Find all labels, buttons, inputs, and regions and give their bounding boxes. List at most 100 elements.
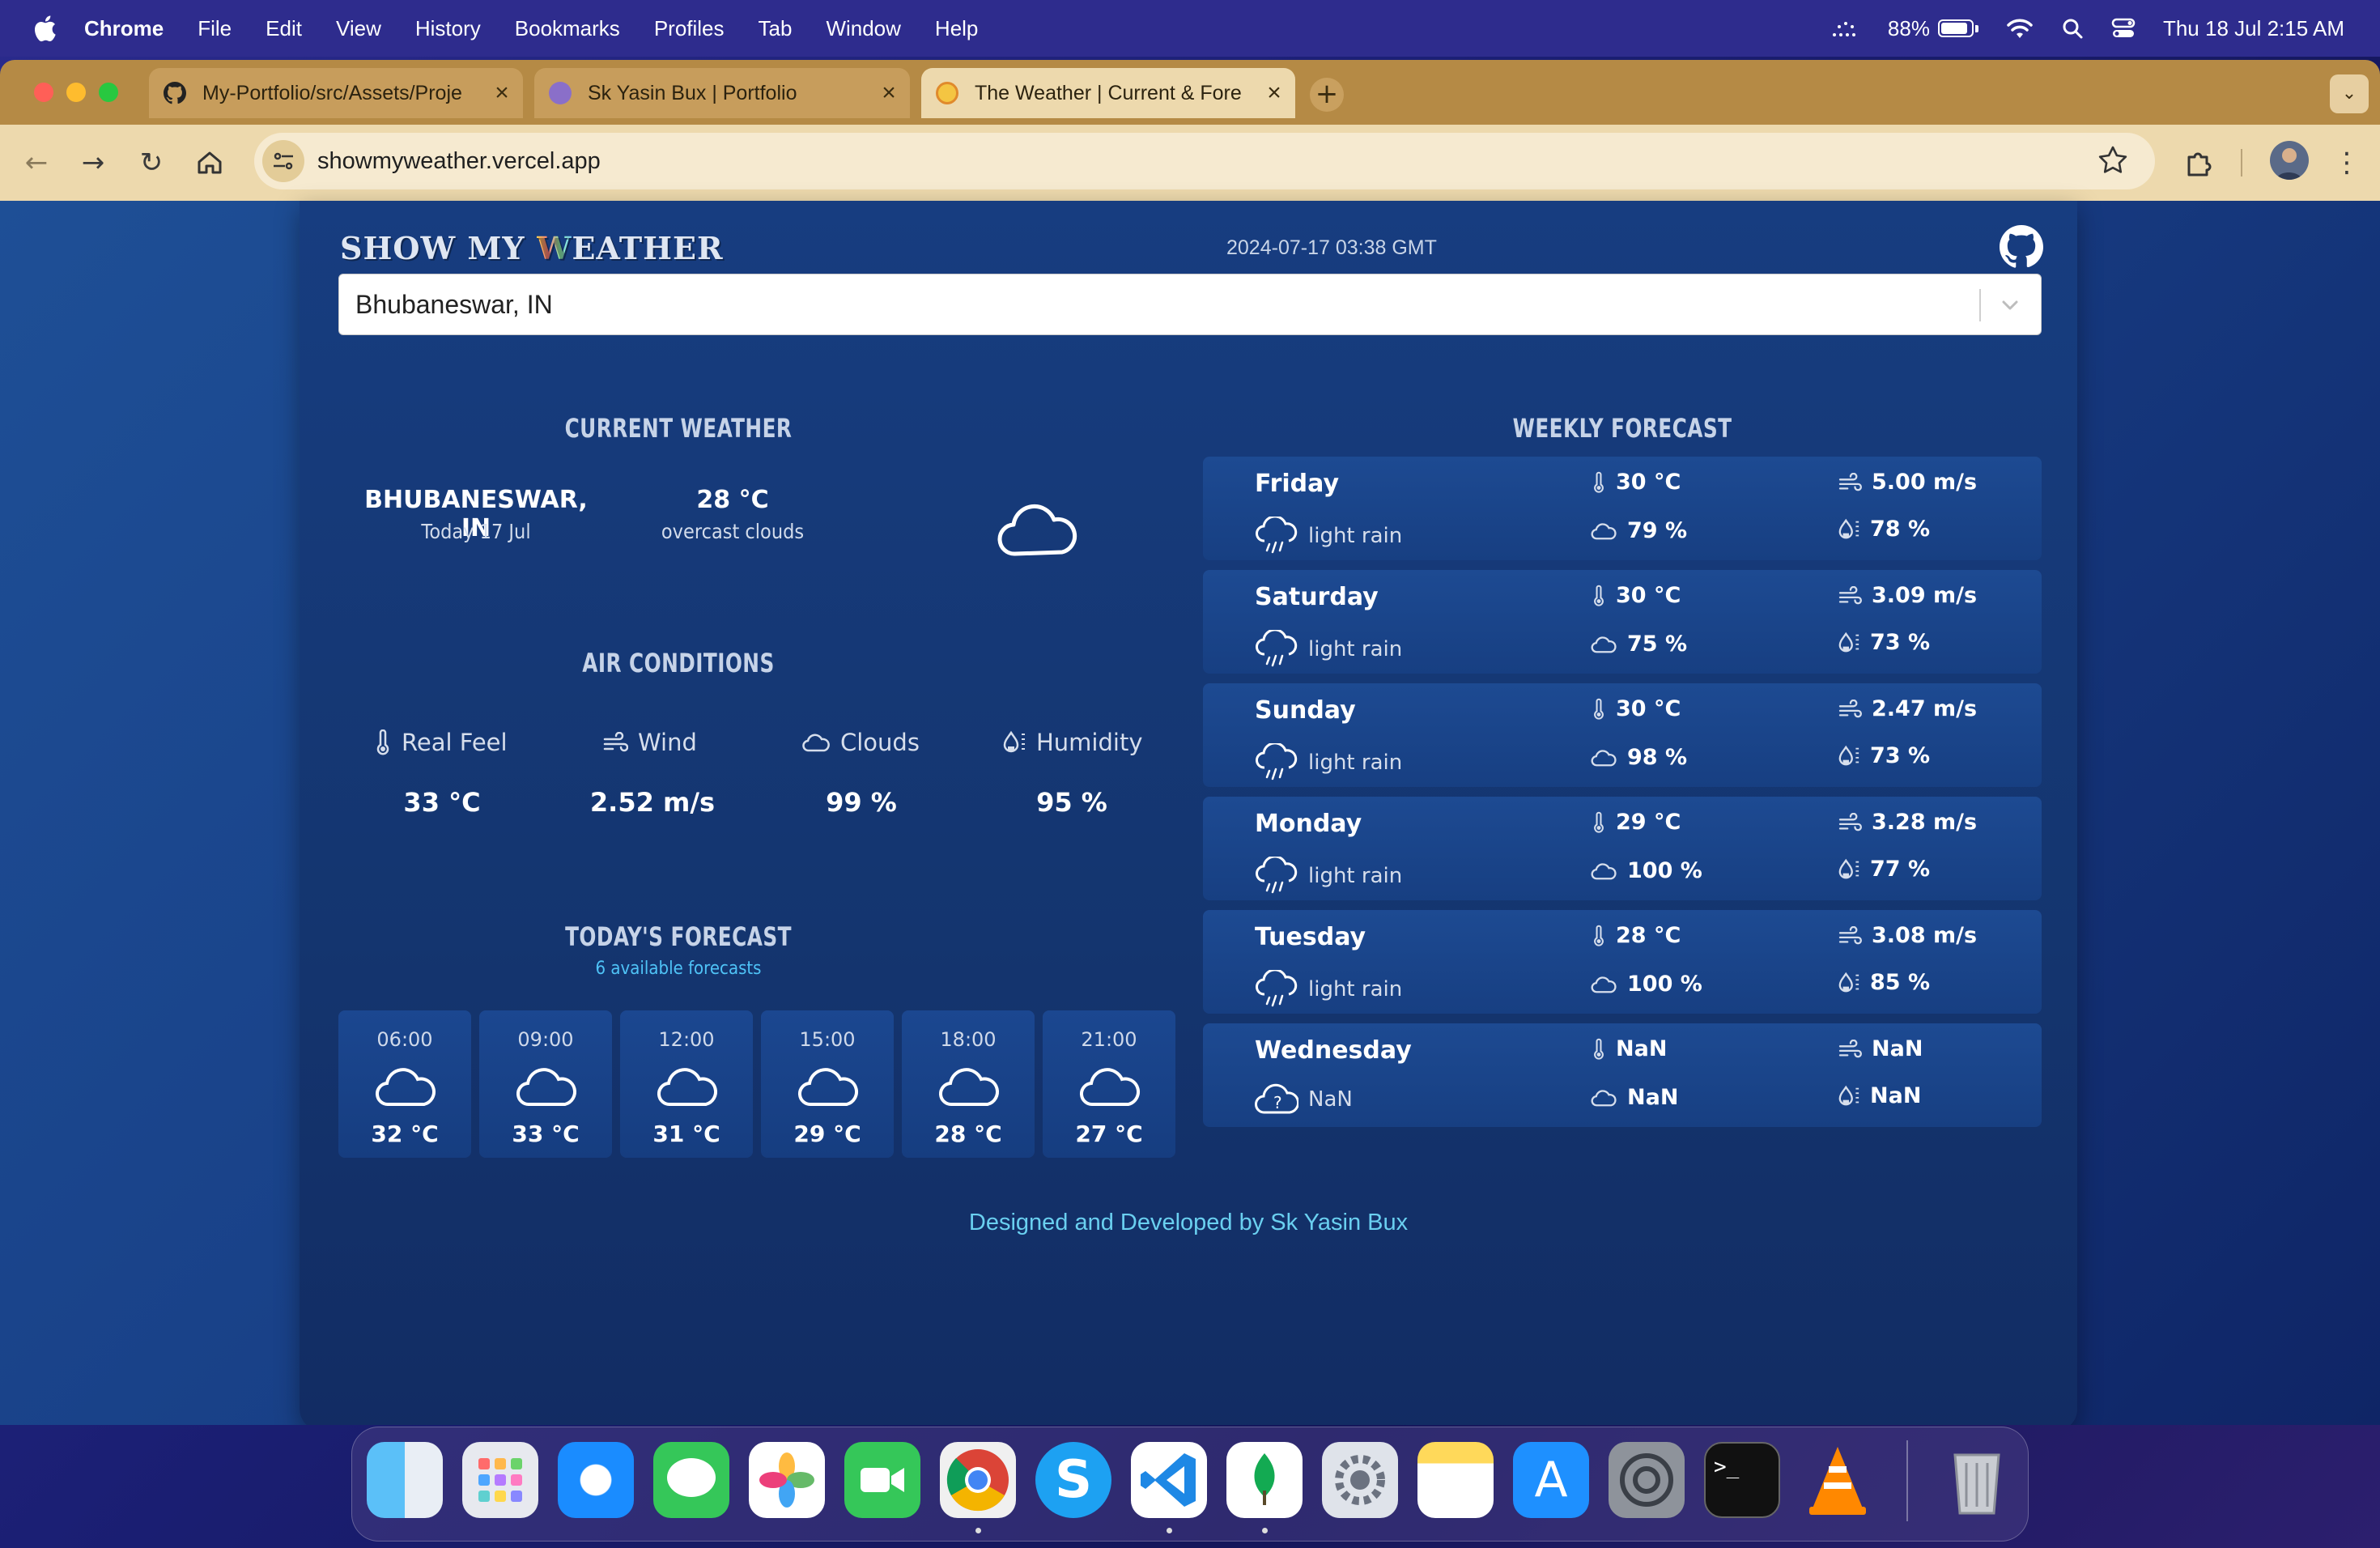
hourly-forecast-card: 18:00 28 °C (902, 1010, 1035, 1158)
day-wind: NaN (1838, 1036, 1923, 1061)
mongodb-compass-icon[interactable] (1226, 1442, 1303, 1518)
todays-forecast-heading: TODAY'S FORECAST (565, 921, 792, 952)
day-temp: 28 °C (1592, 923, 1681, 948)
chrome-icon[interactable] (940, 1442, 1016, 1518)
cloud-icon (516, 1068, 576, 1107)
current-description: overcast clouds (661, 520, 805, 543)
menu-tab[interactable]: Tab (759, 16, 793, 41)
back-icon[interactable]: ← (19, 146, 53, 180)
wind-icon (1838, 472, 1862, 491)
tab-search-button[interactable]: ⌄ (2330, 74, 2369, 113)
finder-icon[interactable] (367, 1442, 443, 1518)
cloud-icon (1591, 749, 1617, 766)
safari-icon[interactable] (558, 1442, 634, 1518)
day-temp: 30 °C (1592, 583, 1681, 608)
hour-temp: 27 °C (1075, 1121, 1143, 1147)
humidity-value: 95 % (1036, 787, 1107, 818)
skype-icon[interactable]: S (1035, 1442, 1111, 1518)
weather-app-card: SHOW MY WEATHER 2024-07-17 03:38 GMT Bhu… (300, 201, 2077, 1425)
cloud-icon (1591, 636, 1617, 653)
day-wind: 3.09 m/s (1838, 583, 1977, 608)
macos-dock: S A >_ (351, 1427, 2029, 1542)
hourly-forecast-card: 15:00 29 °C (761, 1010, 894, 1158)
facetime-icon[interactable] (844, 1442, 920, 1518)
messages-icon[interactable] (653, 1442, 729, 1518)
window-minimize-button[interactable] (66, 83, 86, 102)
settings-gear-icon[interactable] (1609, 1442, 1685, 1518)
github-link-icon[interactable] (2000, 225, 2043, 269)
new-tab-button[interactable]: + (1310, 78, 1344, 112)
portfolio-favicon-icon (549, 82, 572, 104)
home-icon[interactable] (193, 146, 227, 180)
app-store-icon[interactable]: A (1513, 1442, 1589, 1518)
photos-icon[interactable] (749, 1442, 825, 1518)
focus-dots-icon[interactable] (1831, 17, 1860, 40)
page-viewport: SHOW MY WEATHER 2024-07-17 03:38 GMT Bhu… (0, 201, 2380, 1425)
day-name: Sunday (1255, 696, 1356, 725)
menu-app-name[interactable]: Chrome (84, 16, 164, 41)
wind-label: Wind (602, 729, 697, 756)
rain-cloud-icon (1256, 970, 1298, 1007)
window-close-button[interactable] (34, 83, 53, 102)
control-center-icon[interactable] (2111, 17, 2136, 40)
menu-history[interactable]: History (415, 16, 481, 41)
real-feel-label: Real Feel (374, 729, 508, 756)
forward-icon[interactable]: → (76, 146, 110, 180)
menu-edit[interactable]: Edit (266, 16, 302, 41)
day-clouds: 79 % (1590, 518, 1687, 543)
cloud-icon (802, 734, 830, 752)
weekly-day-row: Friday light rain 30 °C 5.00 m/s 79 % 78 % (1203, 457, 2042, 560)
day-wind: 3.08 m/s (1838, 923, 1977, 948)
tab-strip: My-Portfolio/src/Assets/Proje × Sk Yasin… (0, 60, 2380, 125)
hour-temp: 33 °C (512, 1121, 580, 1147)
address-bar[interactable]: showmyweather.vercel.app (254, 133, 2155, 189)
humidity-icon (1838, 858, 1859, 878)
bookmark-star-icon[interactable] (2097, 144, 2129, 176)
battery-status[interactable]: 88% (1888, 16, 1978, 41)
terminal-icon[interactable]: >_ (1704, 1442, 1780, 1518)
chrome-menu-icon[interactable]: ⋮ (2330, 146, 2364, 180)
wifi-icon[interactable] (2006, 17, 2034, 40)
hour-temp: 31 °C (652, 1121, 720, 1147)
menu-window[interactable]: Window (826, 16, 900, 41)
menu-profiles[interactable]: Profiles (654, 16, 725, 41)
day-name: Monday (1255, 810, 1362, 838)
running-indicator (1262, 1528, 1268, 1533)
trash-icon[interactable] (1939, 1442, 2015, 1518)
reload-icon[interactable]: ↻ (134, 146, 168, 180)
tab-close-icon[interactable]: × (873, 79, 905, 107)
extensions-icon[interactable] (2181, 146, 2215, 180)
menubar-clock[interactable]: Thu 18 Jul 2:15 AM (2163, 16, 2344, 41)
day-name: Tuesday (1255, 923, 1366, 951)
app-logo[interactable]: SHOW MY WEATHER (340, 230, 724, 266)
menu-file[interactable]: File (198, 16, 232, 41)
profile-avatar[interactable] (2270, 141, 2309, 180)
menu-bookmarks[interactable]: Bookmarks (515, 16, 620, 41)
window-zoom-button[interactable] (99, 83, 118, 102)
city-search-select[interactable]: Bhubaneswar, IN (338, 274, 2042, 335)
tab-github[interactable]: My-Portfolio/src/Assets/Proje × (149, 68, 523, 118)
notes-icon[interactable] (1417, 1442, 1494, 1518)
current-date: Today 17 Jul (421, 520, 531, 543)
launchpad-icon[interactable] (462, 1442, 538, 1518)
city-search-value: Bhubaneswar, IN (355, 289, 553, 319)
humidity-icon (1838, 745, 1859, 765)
tab-title: The Weather | Current & Fore (975, 81, 1242, 104)
tab-portfolio[interactable]: Sk Yasin Bux | Portfolio × (534, 68, 910, 118)
site-info-icon[interactable] (262, 140, 304, 182)
vlc-icon[interactable] (1800, 1442, 1876, 1518)
tab-close-icon[interactable]: × (1258, 79, 1290, 107)
weekly-forecast-heading: WEEKLY FORECAST (1512, 413, 1732, 444)
menu-help[interactable]: Help (935, 16, 978, 41)
system-settings-icon[interactable] (1322, 1442, 1398, 1518)
footer-credit[interactable]: Designed and Developed by Sk Yasin Bux (300, 1210, 2077, 1236)
tab-weather-active[interactable]: The Weather | Current & Fore × (921, 68, 1295, 118)
menu-view[interactable]: View (336, 16, 381, 41)
spotlight-search-icon[interactable] (2061, 17, 2084, 40)
vscode-icon[interactable] (1131, 1442, 1207, 1518)
chevron-down-icon[interactable] (1994, 289, 2026, 321)
day-humidity: 73 % (1838, 630, 1930, 655)
day-name: Wednesday (1255, 1036, 1412, 1065)
tab-close-icon[interactable]: × (486, 79, 518, 107)
apple-logo-icon[interactable] (32, 15, 57, 42)
